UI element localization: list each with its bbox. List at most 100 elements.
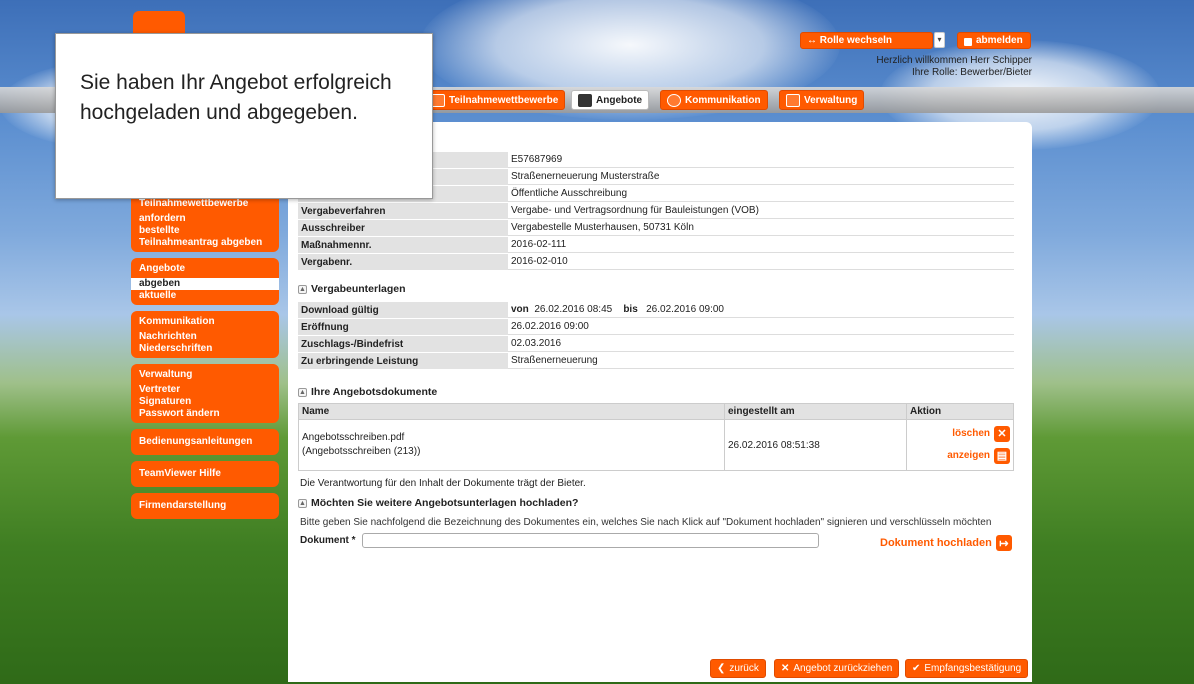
check-icon: ✔	[912, 663, 921, 674]
sidebar-group-teilnahmewettbewerbe: Teilnahmewettbewerbe anfordern bestellte…	[131, 193, 279, 252]
table-row: Eröffnung 26.02.2016 09:00	[298, 319, 1014, 335]
detail-key: Vergabeverfahren	[298, 203, 508, 219]
main-panel: E57687969 Straßenerneuerung Musterstraße…	[288, 122, 1032, 682]
success-dialog: Sie haben Ihr Angebot erfolgreich hochge…	[55, 33, 433, 199]
detail-value: Vergabe- und Vertragsordnung für Bauleis…	[508, 203, 1014, 219]
tab-kommunikation[interactable]: Kommunikation	[660, 90, 768, 110]
document-date: 26.02.2016 08:51:38	[724, 419, 907, 471]
table-row: Vergabeverfahren Vergabe- und Vertragsord…	[298, 203, 1014, 219]
view-link[interactable]: anzeigen ▤	[947, 445, 1010, 467]
detail-key: Ausschreiber	[298, 220, 508, 236]
upload-icon: ↦	[995, 535, 1012, 551]
sidebar-single-label: Bedienungsanleitungen	[139, 436, 253, 447]
sidebar-item-nachrichten[interactable]: Nachrichten	[131, 331, 279, 343]
upload-document-button[interactable]: Dokument hochladen ↦	[880, 535, 1012, 551]
delete-link[interactable]: löschen ✕	[952, 423, 1010, 445]
vergabe-table: Download gültig von 26.02.2016 08:45 bis…	[298, 301, 1014, 370]
sidebar-item-niederschriften[interactable]: Niederschriften	[131, 343, 279, 355]
detail-value: 02.03.2016	[508, 336, 1014, 352]
close-icon: ✕	[781, 663, 790, 674]
detail-key: Maßnahmennr.	[298, 237, 508, 253]
sidebar-item-teilnahmeantrag[interactable]: Teilnahmeantrag abgeben	[131, 237, 279, 249]
document-field[interactable]	[361, 533, 819, 548]
sidebar-item-firmendarstellung[interactable]: Firmendarstellung	[131, 493, 279, 519]
withdraw-label: Angebot zurückziehen	[793, 663, 893, 674]
envelope-icon	[578, 93, 592, 107]
role-line: Ihre Rolle: Bewerber/Bieter	[911, 67, 1032, 78]
sidebar-group-head[interactable]: Kommunikation	[131, 313, 279, 331]
document-name-cell: Angebotsschreiben.pdf (Angebotsschreiben…	[298, 419, 725, 471]
close-icon: ✕	[994, 426, 1010, 442]
table-row: Maßnahmennr. 2016-02-111	[298, 237, 1014, 253]
sidebar-group-angebote: Angebote abgeben aktuelle	[131, 258, 279, 305]
section-title: Möchten Sie weitere Angebotsunterlagen h…	[311, 497, 579, 509]
column-header: eingestellt am	[724, 403, 907, 420]
collapse-icon[interactable]: ▲	[298, 387, 307, 397]
tab-teilnahmewettbewerbe[interactable]: Teilnahmewettbewerbe	[424, 90, 566, 110]
tab-label: Teilnahmewettbewerbe	[449, 94, 559, 106]
sidebar-item-signaturen[interactable]: Signaturen	[131, 396, 279, 408]
table-row: Ausschreiber Vergabestelle Musterhausen, …	[298, 220, 1014, 236]
document-actions: löschen ✕ anzeigen ▤	[906, 419, 1014, 471]
detail-value: E57687969	[508, 152, 1014, 168]
tab-label: Kommunikation	[685, 94, 761, 106]
withdraw-offer-button[interactable]: ✕ Angebot zurückziehen	[774, 659, 900, 678]
table-row: Zu erbringende Leistung Straßenerneuerung	[298, 353, 1014, 369]
sidebar-group-head[interactable]: Verwaltung	[131, 366, 279, 384]
people-icon	[667, 93, 681, 107]
detail-value: von 26.02.2016 08:45 bis 26.02.2016 09:0…	[508, 302, 1014, 318]
table-header-row: Name eingestellt am Aktion	[298, 403, 1014, 420]
detail-key: Zuschlags-/Bindefrist	[298, 336, 508, 352]
upload-label: Dokument hochladen	[880, 537, 992, 549]
view-document-icon: ▤	[994, 448, 1010, 464]
column-header: Aktion	[906, 403, 1014, 420]
sidebar-item-aktuelle[interactable]: aktuelle	[131, 290, 279, 302]
sidebar-group-kommunikation: Kommunikation Nachrichten Niederschrifte…	[131, 311, 279, 358]
receipt-button[interactable]: ✔ Empfangsbestätigung	[905, 659, 1029, 678]
von-value: 26.02.2016 08:45	[534, 304, 613, 315]
section-vergabeunterlagen[interactable]: ▲ Vergabeunterlagen	[298, 283, 1032, 295]
detail-key: Vergabenr.	[298, 254, 508, 270]
welcome-text: Herzlich willkommen Herr Schipper Ihre R…	[876, 55, 1032, 79]
sidebar-item-anfordern[interactable]: anfordern	[131, 213, 279, 225]
document-subname: (Angebotsschreiben (213))	[302, 446, 421, 457]
bis-label: bis	[623, 304, 638, 315]
collapse-icon[interactable]: ▲	[298, 284, 307, 294]
tab-verwaltung[interactable]: Verwaltung	[779, 90, 865, 110]
section-title: Ihre Angebotsdokumente	[311, 386, 438, 398]
welcome-line: Herzlich willkommen Herr Schipper	[876, 55, 1032, 66]
detail-value: 2016-02-111	[508, 237, 1014, 253]
receipt-label: Empfangsbestätigung	[924, 663, 1022, 674]
chevron-left-icon: ❮	[717, 663, 726, 674]
sidebar-item-vertreter[interactable]: Vertreter	[131, 384, 279, 396]
calendar-icon	[786, 93, 800, 107]
document-icon	[431, 93, 445, 107]
sidebar-item-bestellte[interactable]: bestellte	[131, 225, 279, 237]
table-row: Zuschlags-/Bindefrist 02.03.2016	[298, 336, 1014, 352]
document-field-label: Dokument *	[300, 535, 356, 546]
role-switch-select[interactable]: ↔ Rolle wechseln	[800, 32, 933, 49]
chevron-down-icon[interactable]: ▾	[934, 32, 945, 48]
tab-angebote[interactable]: Angebote	[571, 90, 650, 110]
tab-label: Angebote	[596, 94, 643, 106]
sidebar-group-head[interactable]: Angebote	[131, 260, 279, 278]
collapse-icon[interactable]: ▲	[298, 498, 307, 508]
detail-value: 26.02.2016 09:00	[508, 319, 1014, 335]
sidebar-item-bedienungsanleitungen[interactable]: Bedienungsanleitungen	[131, 429, 279, 455]
sidebar-item-teamviewer[interactable]: TeamViewer Hilfe	[131, 461, 279, 487]
sidebar-item-passwort[interactable]: Passwort ändern	[131, 408, 279, 420]
responsibility-note: Die Verantwortung für den Inhalt der Dok…	[300, 478, 586, 489]
sidebar: Teilnahmewettbewerbe anfordern bestellte…	[131, 193, 279, 525]
upload-row: Dokument * Dokument hochladen ↦	[300, 533, 1032, 551]
detail-key: Download gültig	[298, 302, 508, 318]
sidebar-single-label: Firmendarstellung	[139, 500, 227, 511]
document-name: Angebotsschreiben.pdf	[302, 432, 405, 443]
upload-instruction: Bitte geben Sie nachfolgend die Bezeichn…	[300, 517, 992, 528]
section-angebotsdokumente[interactable]: ▲ Ihre Angebotsdokumente	[298, 386, 1032, 398]
logout-button[interactable]: abmelden	[957, 32, 1031, 49]
documents-table: Name eingestellt am Aktion Angebotsschre…	[298, 403, 1014, 471]
section-upload[interactable]: ▲ Möchten Sie weitere Angebotsunterlagen…	[298, 497, 1032, 509]
back-button[interactable]: ❮ zurück	[710, 659, 766, 678]
sidebar-item-abgeben[interactable]: abgeben	[131, 278, 279, 290]
tab-label: Verwaltung	[804, 94, 858, 106]
